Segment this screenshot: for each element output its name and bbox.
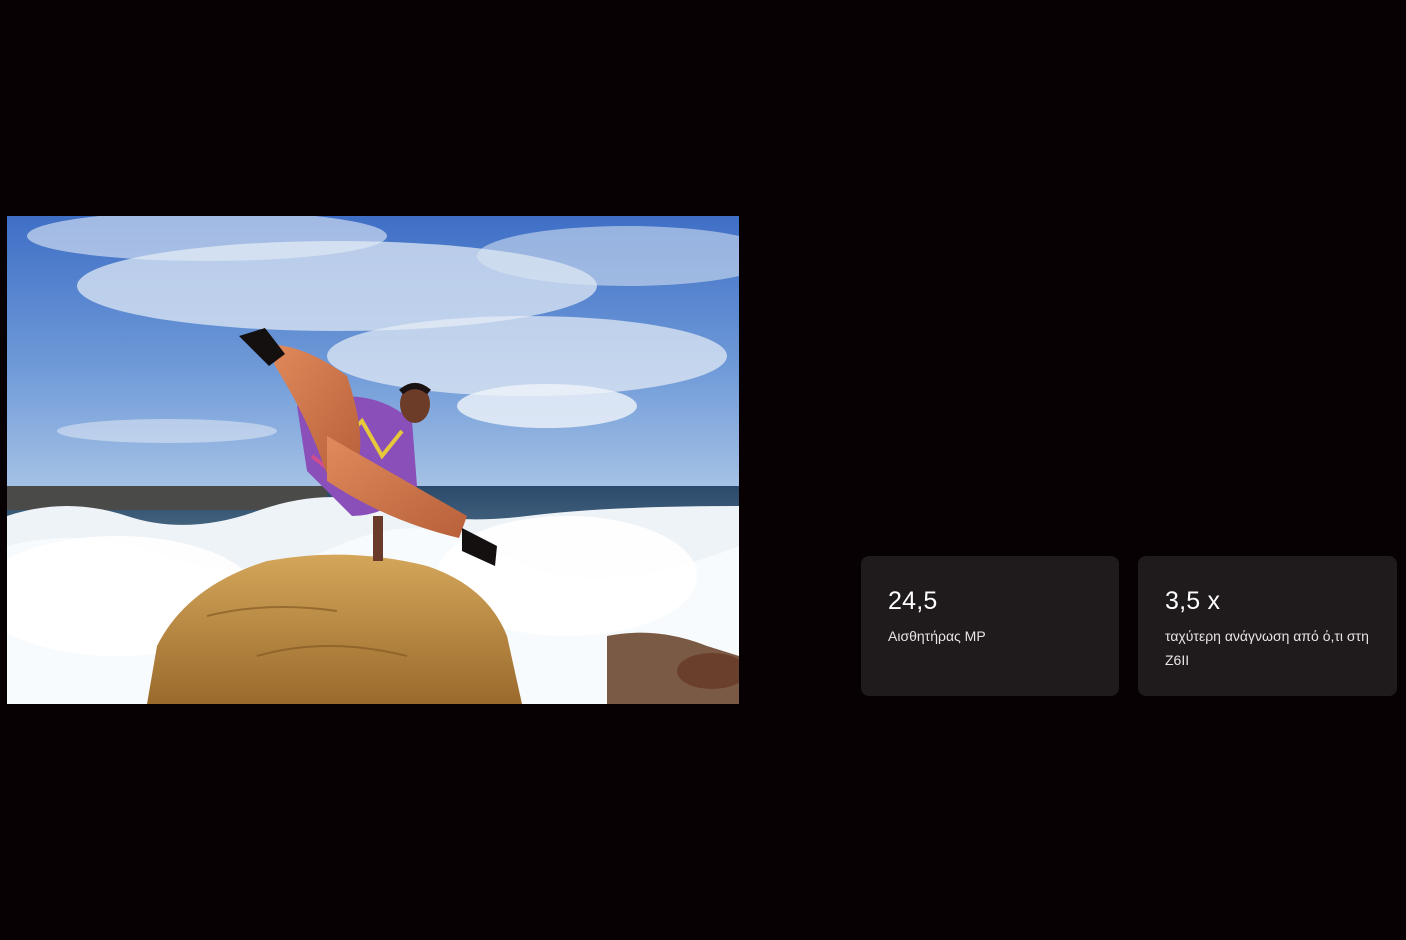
stat-label: ταχύτερη ανάγνωση από ό,τι στη Z6II	[1165, 628, 1369, 668]
hero-photo	[7, 216, 739, 704]
dancer-on-rock-at-sea-icon	[7, 216, 739, 704]
stat-card-readout: 3,5 x ταχύτερη ανάγνωση από ό,τι στη Z6I…	[1138, 556, 1397, 696]
stat-label: Αισθητήρας MP	[888, 628, 986, 644]
page: 24,5 Αισθητήρας MP 3,5 x ταχύτερη ανάγνω…	[0, 0, 1406, 940]
stat-value: 24,5	[888, 587, 938, 615]
stat-card-sensor: 24,5 Αισθητήρας MP	[861, 556, 1119, 696]
stat-value: 3,5 x	[1165, 587, 1221, 615]
